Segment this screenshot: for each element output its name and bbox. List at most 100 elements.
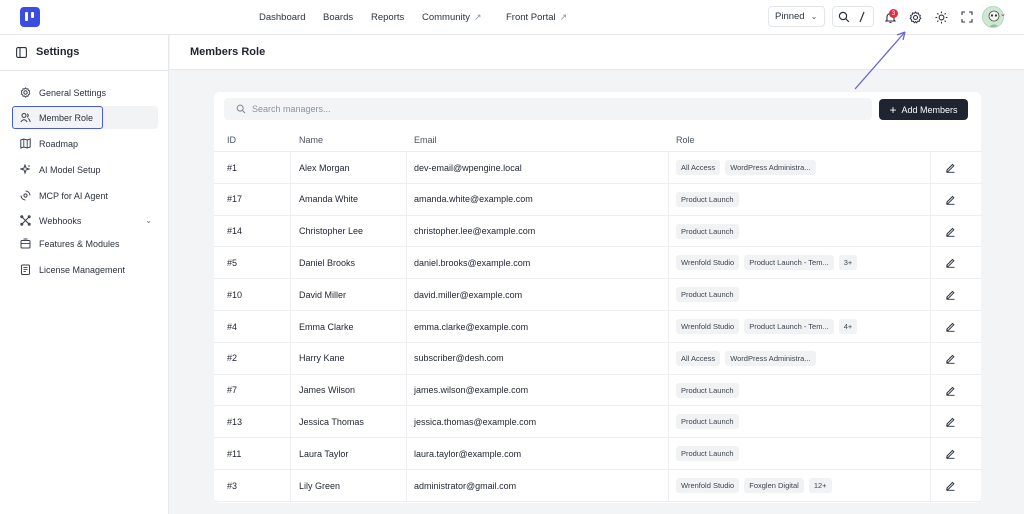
notification-badge: 3 (889, 9, 898, 18)
add-members-label: Add Members (901, 104, 958, 115)
column-divider (290, 438, 291, 470)
edit-pencil-icon[interactable] (945, 194, 957, 206)
plus-icon: + (889, 102, 897, 117)
column-divider (668, 152, 669, 183)
sidebar-item-member-role[interactable]: Member Role (12, 106, 158, 129)
column-divider (930, 279, 931, 311)
column-divider (668, 247, 669, 279)
edit-pencil-icon[interactable] (945, 257, 957, 269)
search-managers-input[interactable] (252, 104, 832, 114)
table-row[interactable]: #1 Alex Morgan dev-email@wpengine.local All… (214, 152, 981, 184)
edit-pencil-icon[interactable] (945, 480, 957, 492)
column-divider (290, 311, 291, 342)
pinned-dropdown[interactable]: Pinned ⌄ (768, 6, 825, 27)
sun-theme-icon[interactable] (934, 10, 948, 24)
cell-name: Amanda White (299, 194, 359, 205)
table-row[interactable]: #13 Jessica Thomas jessica.thomas@example.… (214, 406, 981, 439)
table-row[interactable]: #2 Harry Kane subscriber@desh.com All Acces… (214, 342, 981, 375)
table-row[interactable]: #10 David Miller david.miller@example.com P… (214, 279, 981, 311)
role-chip: Product Launch (676, 446, 739, 462)
cell-name: Christopher Lee (299, 226, 364, 237)
column-divider (406, 342, 407, 374)
cell-role: All Access WordPress Administra... (676, 343, 816, 374)
column-divider (930, 247, 931, 279)
app-logo[interactable] (20, 7, 40, 27)
edit-pencil-icon[interactable] (945, 226, 957, 238)
nav-boards-label: Boards (323, 11, 354, 23)
column-divider (930, 342, 931, 374)
role-chip: Wrenfold Studio (676, 255, 740, 271)
sidebar-item-mcp-for-ai-agent[interactable]: MCP for AI Agent (12, 184, 158, 207)
column-divider (668, 215, 669, 247)
fullscreen-icon[interactable] (960, 10, 973, 23)
sidebar-item-webhooks[interactable]: Webhooks ⌄ (12, 209, 158, 232)
edit-pencil-icon[interactable] (945, 321, 957, 333)
edit-pencil-icon[interactable] (945, 448, 957, 460)
edit-pencil-icon[interactable] (945, 416, 957, 428)
cell-email: subscriber@desh.com (414, 353, 504, 364)
sidebar-item-general-settings[interactable]: General Settings (12, 81, 158, 104)
column-divider (930, 374, 931, 406)
column-divider (406, 215, 407, 247)
license-icon (21, 264, 30, 275)
nav-reports[interactable]: Reports (371, 0, 404, 34)
table-row[interactable]: #17 Amanda White amanda.white@example.com P… (214, 183, 981, 216)
sidebar-divider (0, 70, 168, 71)
column-header-role: Role (676, 135, 695, 145)
table-row[interactable]: #5 Daniel Brooks daniel.brooks@example.com… (214, 247, 981, 280)
table-row[interactable]: #7 James Wilson james.wilson@example.com Pr… (214, 374, 981, 407)
cell-id: #17 (227, 194, 243, 205)
column-divider (406, 470, 407, 501)
table-row[interactable]: #4 Emma Clarke emma.clarke@example.com Wren… (214, 311, 981, 343)
cell-email: daniel.brooks@example.com (414, 257, 531, 268)
table-row[interactable]: #3 Lily Green administrator@gmail.com Wrenf… (214, 470, 981, 502)
pinned-label: Pinned (775, 11, 805, 22)
table-row[interactable]: #11 Laura Taylor laura.taylor@example.com P… (214, 438, 981, 470)
edit-pencil-icon[interactable] (945, 162, 957, 174)
role-chip: Product Launch (676, 414, 739, 430)
role-chip: All Access (676, 350, 721, 366)
column-divider (406, 438, 407, 470)
role-chip: Wrenfold Studio (676, 319, 740, 334)
column-divider (668, 374, 669, 406)
search-icon (236, 104, 246, 114)
sidebar-item-roadmap[interactable]: Roadmap (12, 132, 158, 155)
sidebar-title: Settings (36, 46, 80, 58)
settings-gear-icon[interactable] (908, 10, 922, 24)
nav-community[interactable]: Community ↗ (422, 0, 482, 34)
sidebar-item-features-modules[interactable]: Features & Modules (12, 232, 158, 255)
role-chip: WordPress Administra... (725, 350, 816, 366)
column-divider (930, 183, 931, 215)
role-chip: All Access (676, 160, 721, 175)
sidebar-item-ai-model-setup[interactable]: AI Model Setup (12, 158, 158, 181)
cell-email: jessica.thomas@example.com (414, 416, 537, 427)
edit-pencil-icon[interactable] (945, 353, 957, 365)
column-divider (668, 279, 669, 311)
edit-pencil-icon[interactable] (945, 385, 957, 397)
role-chip: Product Launch - Tem... (744, 255, 834, 271)
add-members-button[interactable]: + Add Members (879, 99, 968, 120)
table-row[interactable]: #14 Christopher Lee christopher.lee@exampl… (214, 215, 981, 248)
column-divider (290, 279, 291, 311)
map-icon (20, 138, 31, 149)
keyboard-shortcut-slash-icon[interactable] (858, 10, 866, 23)
nav-front-portal[interactable]: Front Portal ↗ (506, 0, 567, 34)
more-roles-chip[interactable]: 4+ (838, 319, 858, 334)
edit-pencil-icon[interactable] (945, 289, 957, 301)
search-icon[interactable] (837, 10, 850, 23)
column-divider (290, 152, 291, 183)
sidebar-header: Settings (16, 46, 79, 58)
more-roles-chip[interactable]: 12+ (808, 478, 832, 493)
sidebar-item-license-management[interactable]: License Management (12, 258, 158, 281)
nav-dashboard[interactable]: Dashboard (259, 0, 305, 34)
focus-outline (12, 106, 103, 129)
chevron-down-icon[interactable]: ⌄ (145, 216, 152, 225)
sidebar-item-label: General Settings (39, 87, 107, 98)
cell-id: #4 (227, 321, 238, 332)
sidebar-panel-icon[interactable] (16, 46, 27, 58)
role-chip: Product Launch - Tem... (744, 319, 834, 334)
more-roles-chip[interactable]: 3+ (838, 255, 858, 271)
cell-role: Product Launch (676, 438, 739, 469)
nav-boards[interactable]: Boards (323, 0, 353, 34)
column-divider (406, 311, 407, 342)
